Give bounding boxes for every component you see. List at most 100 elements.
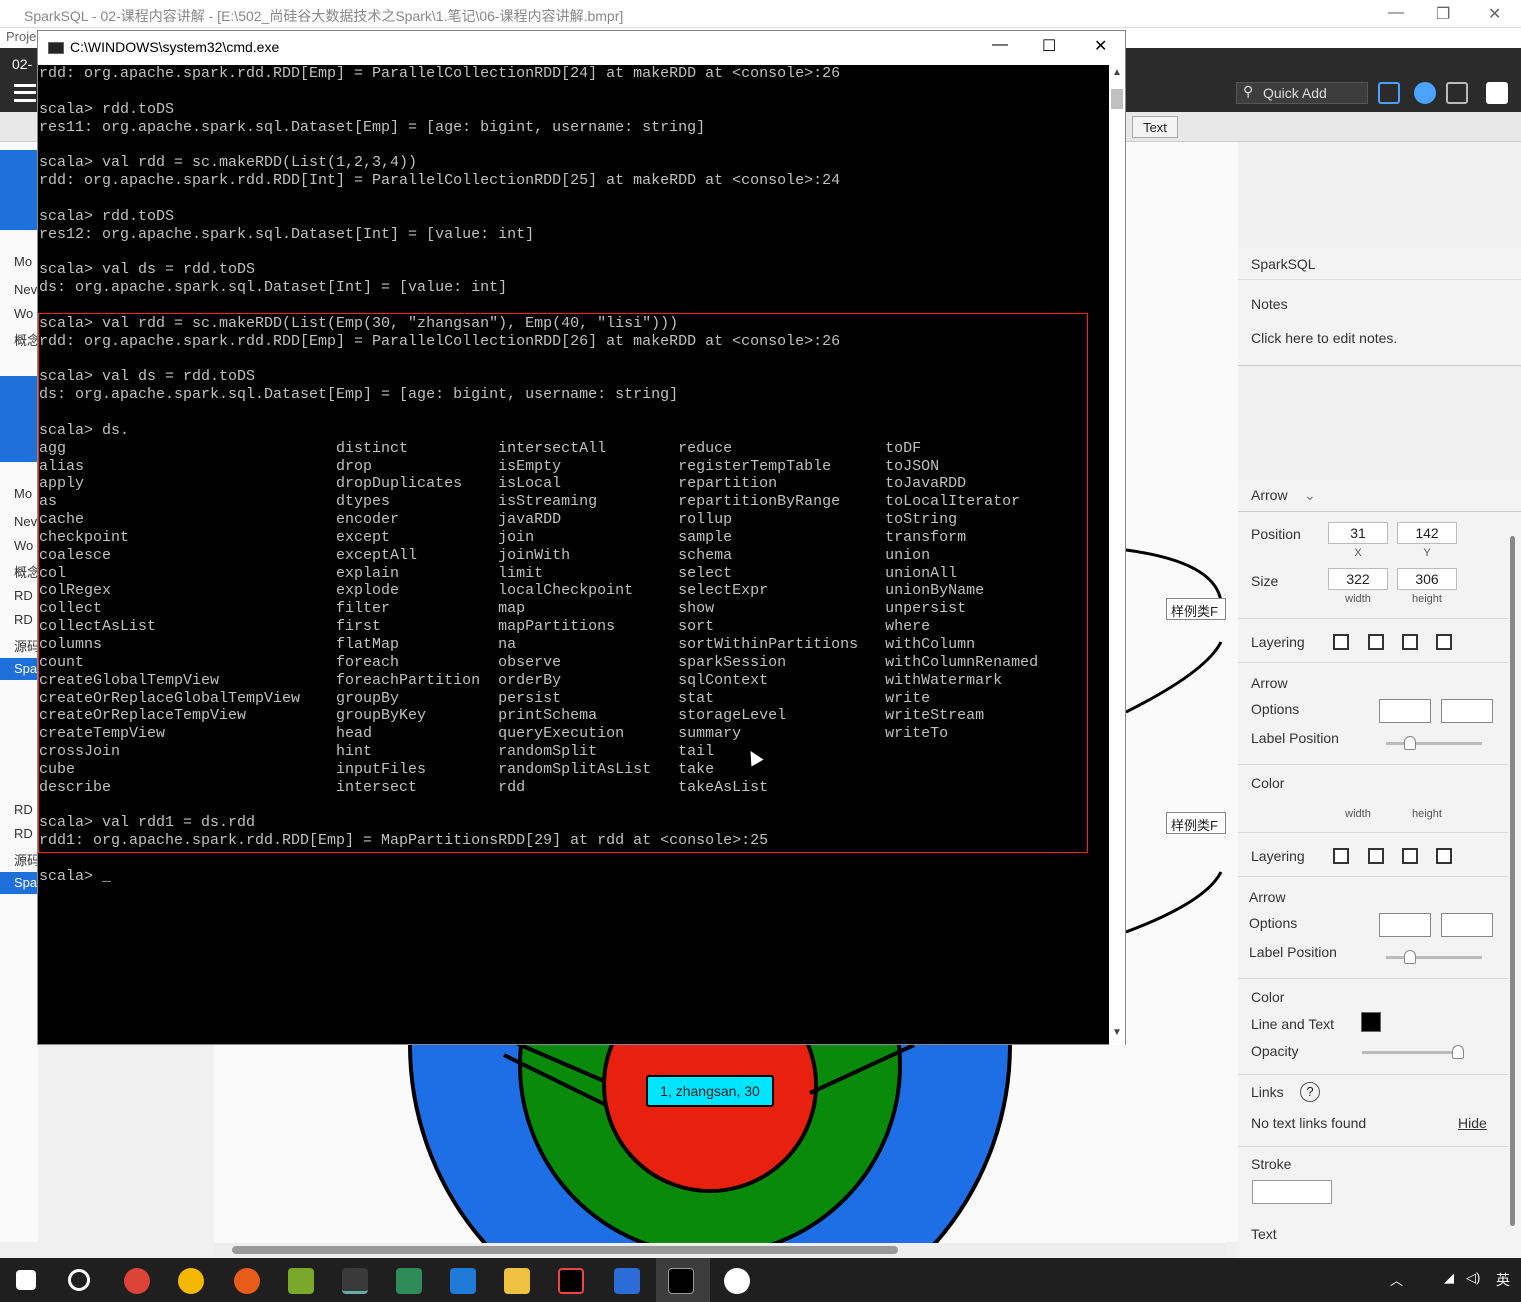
slider-knob-2[interactable]: [1404, 950, 1416, 964]
restore-icon[interactable]: ❐: [1436, 4, 1450, 24]
options-label: Options: [1251, 701, 1300, 717]
cortana-icon[interactable]: [68, 1269, 90, 1291]
slider-knob[interactable]: [1404, 736, 1416, 750]
props-title[interactable]: Arrow: [1251, 487, 1288, 503]
sidebar-item[interactable]: Wo: [14, 538, 33, 553]
curve-style-toggle[interactable]: [1379, 699, 1431, 723]
mockup-canvas[interactable]: 1, zhangsan, 30: [214, 1045, 1226, 1243]
label-position-slider[interactable]: [1386, 742, 1482, 745]
emoji-icon[interactable]: [724, 1268, 750, 1294]
width-input[interactable]: 322: [1328, 568, 1388, 590]
sidebar-item[interactable]: Wo: [14, 306, 33, 321]
app-icon[interactable]: [450, 1268, 476, 1294]
height-input[interactable]: 306: [1397, 568, 1457, 590]
props-scrollbar[interactable]: [1508, 516, 1518, 1246]
console-line: res12: org.apache.spark.sql.Dataset[Int]…: [39, 225, 535, 243]
scroll-thumb[interactable]: [1510, 536, 1515, 1226]
position-y-input[interactable]: 142: [1397, 522, 1457, 544]
arrowhead-toggle[interactable]: [1441, 699, 1493, 723]
sidebar-item[interactable]: Mo: [14, 486, 32, 501]
sidebar-item[interactable]: RD: [14, 588, 33, 603]
y-caption: Y: [1423, 547, 1431, 559]
scroll-thumb[interactable]: [232, 1246, 898, 1254]
sidebar-item-spark[interactable]: Spa: [0, 658, 38, 680]
sidebar-item[interactable]: Mo: [14, 254, 32, 269]
close-icon[interactable]: ✕: [1488, 4, 1501, 24]
app-icon[interactable]: [614, 1268, 640, 1294]
minimize-icon[interactable]: —: [992, 36, 1008, 54]
notes-edit-link[interactable]: Click here to edit notes.: [1251, 330, 1397, 346]
play-icon[interactable]: [1486, 82, 1508, 104]
arrowhead-toggle-2[interactable]: [1441, 913, 1493, 937]
chevron-up-icon[interactable]: ︿: [1390, 1270, 1403, 1289]
scroll-up-icon[interactable]: ▲: [1112, 67, 1122, 78]
scroll-down-icon[interactable]: ▼: [1112, 1027, 1122, 1038]
sidebar-item[interactable]: RD: [14, 826, 33, 841]
maximize-icon[interactable]: ☐: [1042, 36, 1056, 56]
grid-icon[interactable]: [1378, 82, 1400, 104]
layering-label: Layering: [1251, 634, 1305, 650]
app-icon[interactable]: [288, 1268, 314, 1294]
hide-link[interactable]: Hide: [1458, 1115, 1487, 1131]
send-backward-icon[interactable]: [1402, 848, 1418, 864]
file-explorer-icon[interactable]: [504, 1268, 530, 1294]
sidebar-item[interactable]: Nev: [14, 282, 37, 297]
color-swatch[interactable]: [1361, 1012, 1381, 1032]
help-icon[interactable]: ?: [1300, 1082, 1320, 1102]
mf-icon[interactable]: [178, 1268, 204, 1294]
divider: [1238, 978, 1508, 979]
list-icon[interactable]: [1446, 82, 1468, 104]
callout-label[interactable]: 样例类F: [1166, 598, 1226, 620]
opacity-slider[interactable]: [1362, 1051, 1458, 1054]
divider: [1238, 876, 1508, 877]
horizontal-scrollbar[interactable]: [214, 1243, 1226, 1257]
thumbnail-selected-2[interactable]: [0, 376, 38, 462]
app-icon[interactable]: [342, 1268, 368, 1294]
label-position-slider-2[interactable]: [1386, 956, 1482, 959]
network-icon[interactable]: ◢: [1444, 1270, 1454, 1286]
cmd-icon[interactable]: [668, 1268, 694, 1294]
hamburger-menu-icon[interactable]: [14, 84, 36, 102]
windows-start-icon[interactable]: [16, 1270, 36, 1290]
notes-header: SparkSQL: [1238, 248, 1521, 280]
sidebar-item[interactable]: RD: [14, 612, 33, 627]
callout-label-2[interactable]: 样例类F: [1166, 812, 1226, 834]
sidebar-item[interactable]: RD: [14, 802, 33, 817]
intellij-icon[interactable]: [558, 1268, 584, 1294]
app-icon[interactable]: [396, 1268, 422, 1294]
cmd-window[interactable]: C:\WINDOWS\system32\cmd.exe — ☐ ✕ rdd: o…: [37, 30, 1126, 1045]
chevron-down-icon[interactable]: ⌄: [1304, 487, 1316, 504]
canvas-right-strip: 样例类F 样例类F: [1126, 142, 1238, 1242]
send-back-icon[interactable]: [1436, 848, 1452, 864]
links-label: Links: [1251, 1084, 1284, 1100]
console-line: rdd: org.apache.spark.rdd.RDD[Int] = Par…: [39, 172, 841, 190]
volume-icon[interactable]: ◁): [1466, 1270, 1480, 1286]
bring-front-icon[interactable]: [1333, 634, 1349, 650]
console-scrollbar[interactable]: ▲ ▼: [1109, 65, 1125, 1045]
bring-forward-icon[interactable]: [1368, 634, 1384, 650]
minimize-icon[interactable]: —: [1388, 4, 1404, 22]
info-icon[interactable]: [1414, 82, 1436, 104]
sidebar-item[interactable]: Nev: [14, 514, 37, 529]
bring-front-icon[interactable]: [1333, 848, 1349, 864]
text-button[interactable]: Text: [1132, 116, 1178, 138]
quick-add-input[interactable]: ⚲ Quick Add: [1236, 82, 1368, 104]
chrome-icon[interactable]: [124, 1268, 150, 1294]
stroke-style-picker[interactable]: [1252, 1180, 1332, 1204]
send-backward-icon[interactable]: [1402, 634, 1418, 650]
thumbnail-selected[interactable]: [0, 150, 38, 230]
scroll-thumb[interactable]: [1111, 89, 1123, 109]
opacity-knob[interactable]: [1452, 1045, 1464, 1059]
close-icon[interactable]: ✕: [1094, 36, 1107, 56]
curve-style-toggle-2[interactable]: [1379, 913, 1431, 937]
menu-project[interactable]: Proje: [6, 29, 36, 44]
app-icon[interactable]: [234, 1268, 260, 1294]
send-back-icon[interactable]: [1436, 634, 1452, 650]
sidebar-item-spark-2[interactable]: Spa: [0, 872, 38, 894]
position-x-input[interactable]: 31: [1328, 522, 1388, 544]
ime-indicator[interactable]: 英: [1496, 1270, 1510, 1290]
node-label[interactable]: 1, zhangsan, 30: [646, 1075, 774, 1107]
width-caption-2: width: [1345, 808, 1371, 820]
bring-forward-icon[interactable]: [1368, 848, 1384, 864]
